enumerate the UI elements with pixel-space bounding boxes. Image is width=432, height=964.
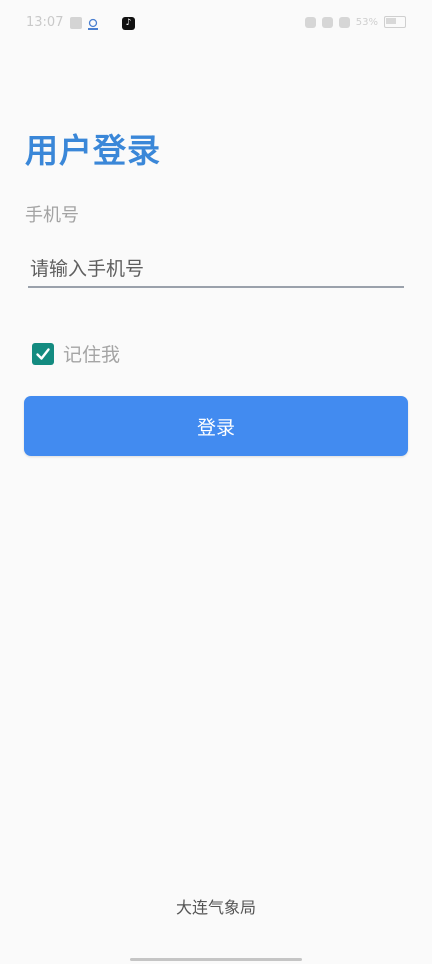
check-icon bbox=[36, 347, 50, 360]
status-time: 13:07 bbox=[26, 15, 64, 30]
phone-label: 手机号 bbox=[25, 205, 79, 226]
signal-icon bbox=[321, 16, 333, 28]
wifi-icon bbox=[338, 16, 350, 28]
phone-input[interactable] bbox=[28, 252, 404, 288]
checkbox-checked[interactable] bbox=[32, 342, 54, 365]
app-icon bbox=[86, 17, 98, 30]
battery-icon bbox=[384, 16, 406, 28]
message-icon bbox=[70, 17, 82, 29]
status-icons: 53% bbox=[304, 16, 406, 28]
status-bar: 13:07 ♪ 53% bbox=[0, 0, 432, 50]
home-indicator[interactable] bbox=[130, 958, 302, 961]
login-screen: 13:07 ♪ 53% 用户登录 手机号 记住我 登录 大连气象局 bbox=[0, 0, 432, 964]
remember-me-checkbox[interactable]: 记住我 bbox=[32, 340, 120, 367]
footer-org-name: 大连气象局 bbox=[175, 898, 256, 917]
battery-percent: 53% bbox=[355, 16, 378, 28]
remember-me-label: 记住我 bbox=[63, 344, 121, 366]
page-title: 用户登录 bbox=[25, 131, 161, 170]
tiktok-icon: ♪ bbox=[122, 17, 135, 30]
alarm-icon bbox=[304, 16, 316, 28]
login-button[interactable]: 登录 bbox=[24, 396, 408, 456]
